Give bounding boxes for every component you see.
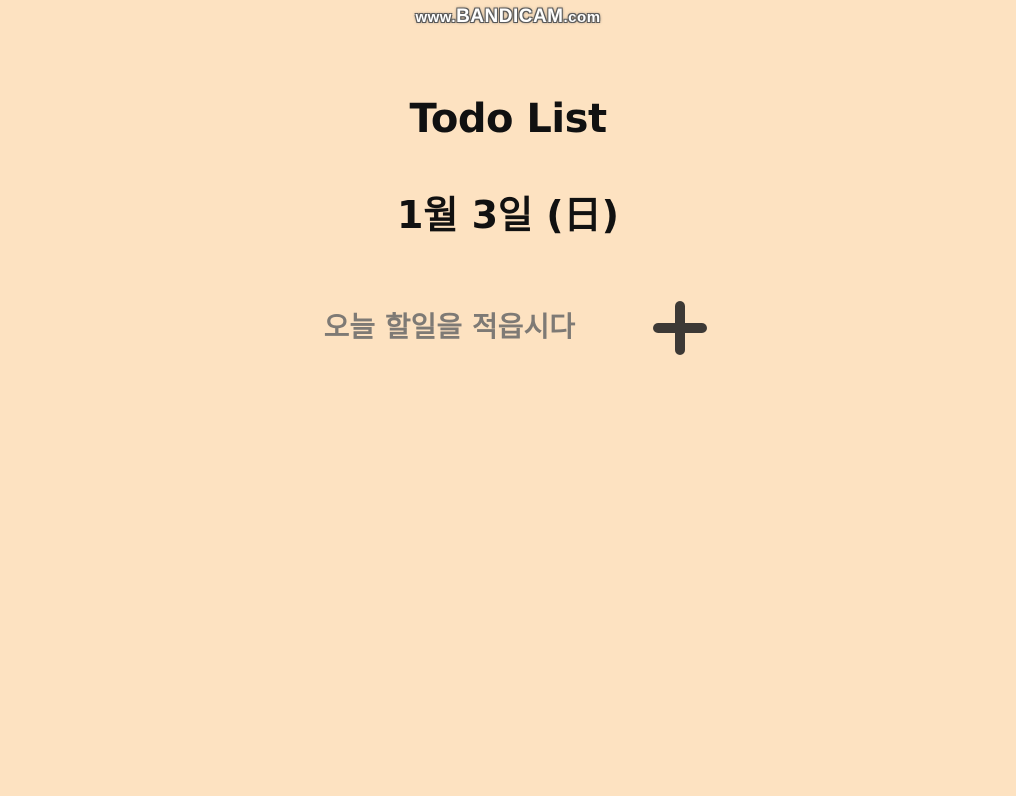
watermark-prefix: www. (415, 9, 457, 26)
watermark-brand: BANDICAM (456, 6, 564, 27)
add-todo-button[interactable] (650, 298, 710, 358)
current-date: 1월 3일 (日) (397, 193, 619, 237)
todo-input[interactable] (316, 302, 624, 350)
plus-icon (650, 298, 710, 358)
watermark-suffix: .com (563, 9, 601, 26)
page-title: Todo List (409, 96, 607, 142)
recorder-watermark: www.BANDICAM.com (0, 6, 1016, 28)
add-todo-form (316, 296, 716, 360)
